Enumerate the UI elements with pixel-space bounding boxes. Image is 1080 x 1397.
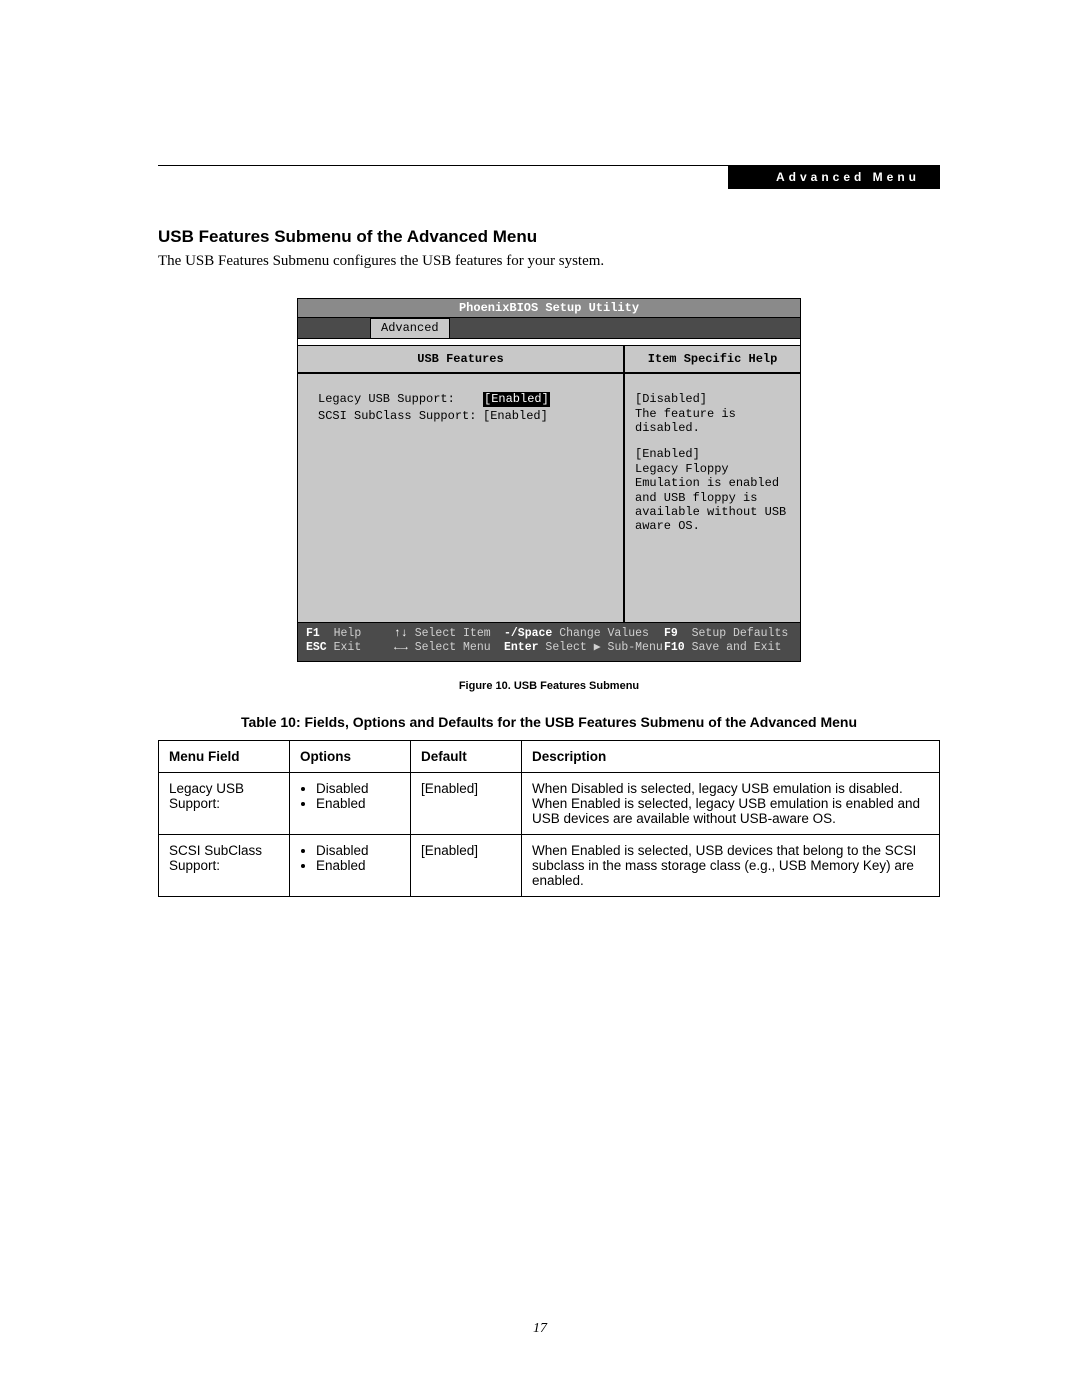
bios-body: USB Features Legacy USB Support: [Enable… [298, 346, 800, 622]
bios-title: PhoenixBIOS Setup Utility [298, 299, 800, 318]
bios-left-pane: USB Features Legacy USB Support: [Enable… [298, 346, 625, 622]
option-item: Enabled [316, 858, 400, 873]
fields-table: Menu Field Options Default Description L… [158, 740, 940, 897]
bios-key: ←→ [394, 641, 408, 654]
table-caption: Table 10: Fields, Options and Defaults f… [158, 714, 940, 730]
bios-key: ↑↓ [394, 627, 408, 640]
bios-setting-row: SCSI SubClass Support: [Enabled] [318, 409, 613, 423]
table-row: Legacy USB Support: Disabled Enabled [En… [159, 772, 940, 834]
bios-setting-value: [Enabled] [483, 409, 548, 423]
figure-caption: Figure 10. USB Features Submenu [158, 680, 940, 692]
bios-help-disabled-label: [Disabled] [635, 392, 707, 406]
bios-key-label: Exit [334, 641, 362, 654]
bios-setting-value: [Enabled] [483, 392, 550, 406]
bios-setting-row: Legacy USB Support: [Enabled] [318, 392, 613, 406]
bios-key-label: Change Values [559, 627, 649, 640]
cell-default: [Enabled] [411, 834, 522, 896]
bios-key: F1 [306, 627, 320, 640]
cell-desc: When Enabled is selected, USB devices th… [522, 834, 940, 896]
content: USB Features Submenu of the Advanced Men… [158, 227, 940, 897]
bios-left-title: USB Features [298, 346, 623, 374]
option-item: Disabled [316, 843, 400, 858]
option-item: Enabled [316, 796, 400, 811]
bios-setting-label: SCSI SubClass Support: [318, 409, 483, 423]
bios-setting-label: Legacy USB Support: [318, 392, 483, 406]
cell-options: Disabled Enabled [290, 772, 411, 834]
table-row: SCSI SubClass Support: Disabled Enabled … [159, 834, 940, 896]
bios-settings: Legacy USB Support: [Enabled] SCSI SubCl… [298, 374, 623, 622]
bios-tab-advanced: Advanced [370, 318, 450, 337]
bios-key: Enter [504, 641, 539, 654]
section-header: Advanced Menu [728, 166, 940, 189]
bios-key-label: Save and Exit [692, 641, 782, 654]
bios-key-label: Setup Defaults [692, 627, 789, 640]
bios-menu-bar: Advanced [298, 318, 800, 338]
option-item: Disabled [316, 781, 400, 796]
bios-help-disabled-text: The feature is disabled. [635, 407, 736, 435]
header-rule: Advanced Menu [158, 165, 940, 166]
col-field: Menu Field [159, 740, 290, 772]
cell-options: Disabled Enabled [290, 834, 411, 896]
bios-help-enabled-label: [Enabled] [635, 447, 700, 461]
bios-key: F10 [664, 641, 685, 654]
table-header-row: Menu Field Options Default Description [159, 740, 940, 772]
intro-text: The USB Features Submenu configures the … [158, 253, 940, 270]
bios-footer-row: F1 Help ↑↓ Select Item -/Space Change Va… [306, 627, 792, 641]
bios-help-body: [Disabled] The feature is disabled. [Ena… [625, 374, 800, 622]
bios-key-label: Select Item [415, 627, 491, 640]
bios-help-enabled-text: Legacy Floppy Emulation is enabled and U… [635, 462, 786, 534]
page: Advanced Menu USB Features Submenu of th… [0, 0, 1080, 1397]
col-options: Options [290, 740, 411, 772]
bios-key-label: Select Menu [415, 641, 491, 654]
bios-screenshot: PhoenixBIOS Setup Utility Advanced USB F… [297, 298, 801, 662]
bios-key: ESC [306, 641, 327, 654]
bios-key-label: Help [334, 627, 362, 640]
bios-footer: F1 Help ↑↓ Select Item -/Space Change Va… [298, 622, 800, 661]
bios-right-title: Item Specific Help [625, 346, 800, 374]
cell-desc: When Disabled is selected, legacy USB em… [522, 772, 940, 834]
bios-footer-row: ESC Exit ←→ Select Menu Enter Select ▶ S… [306, 641, 792, 655]
bios-key: F9 [664, 627, 678, 640]
section-title: USB Features Submenu of the Advanced Men… [158, 227, 940, 247]
cell-default: [Enabled] [411, 772, 522, 834]
cell-field: Legacy USB Support: [159, 772, 290, 834]
bios-gap [298, 339, 800, 346]
bios-key: -/Space [504, 627, 552, 640]
page-number: 17 [0, 1321, 1080, 1337]
bios-help-pane: Item Specific Help [Disabled] The featur… [625, 346, 800, 622]
col-default: Default [411, 740, 522, 772]
col-description: Description [522, 740, 940, 772]
cell-field: SCSI SubClass Support: [159, 834, 290, 896]
bios-key-label: Select ▶ Sub-Menu [545, 641, 662, 654]
